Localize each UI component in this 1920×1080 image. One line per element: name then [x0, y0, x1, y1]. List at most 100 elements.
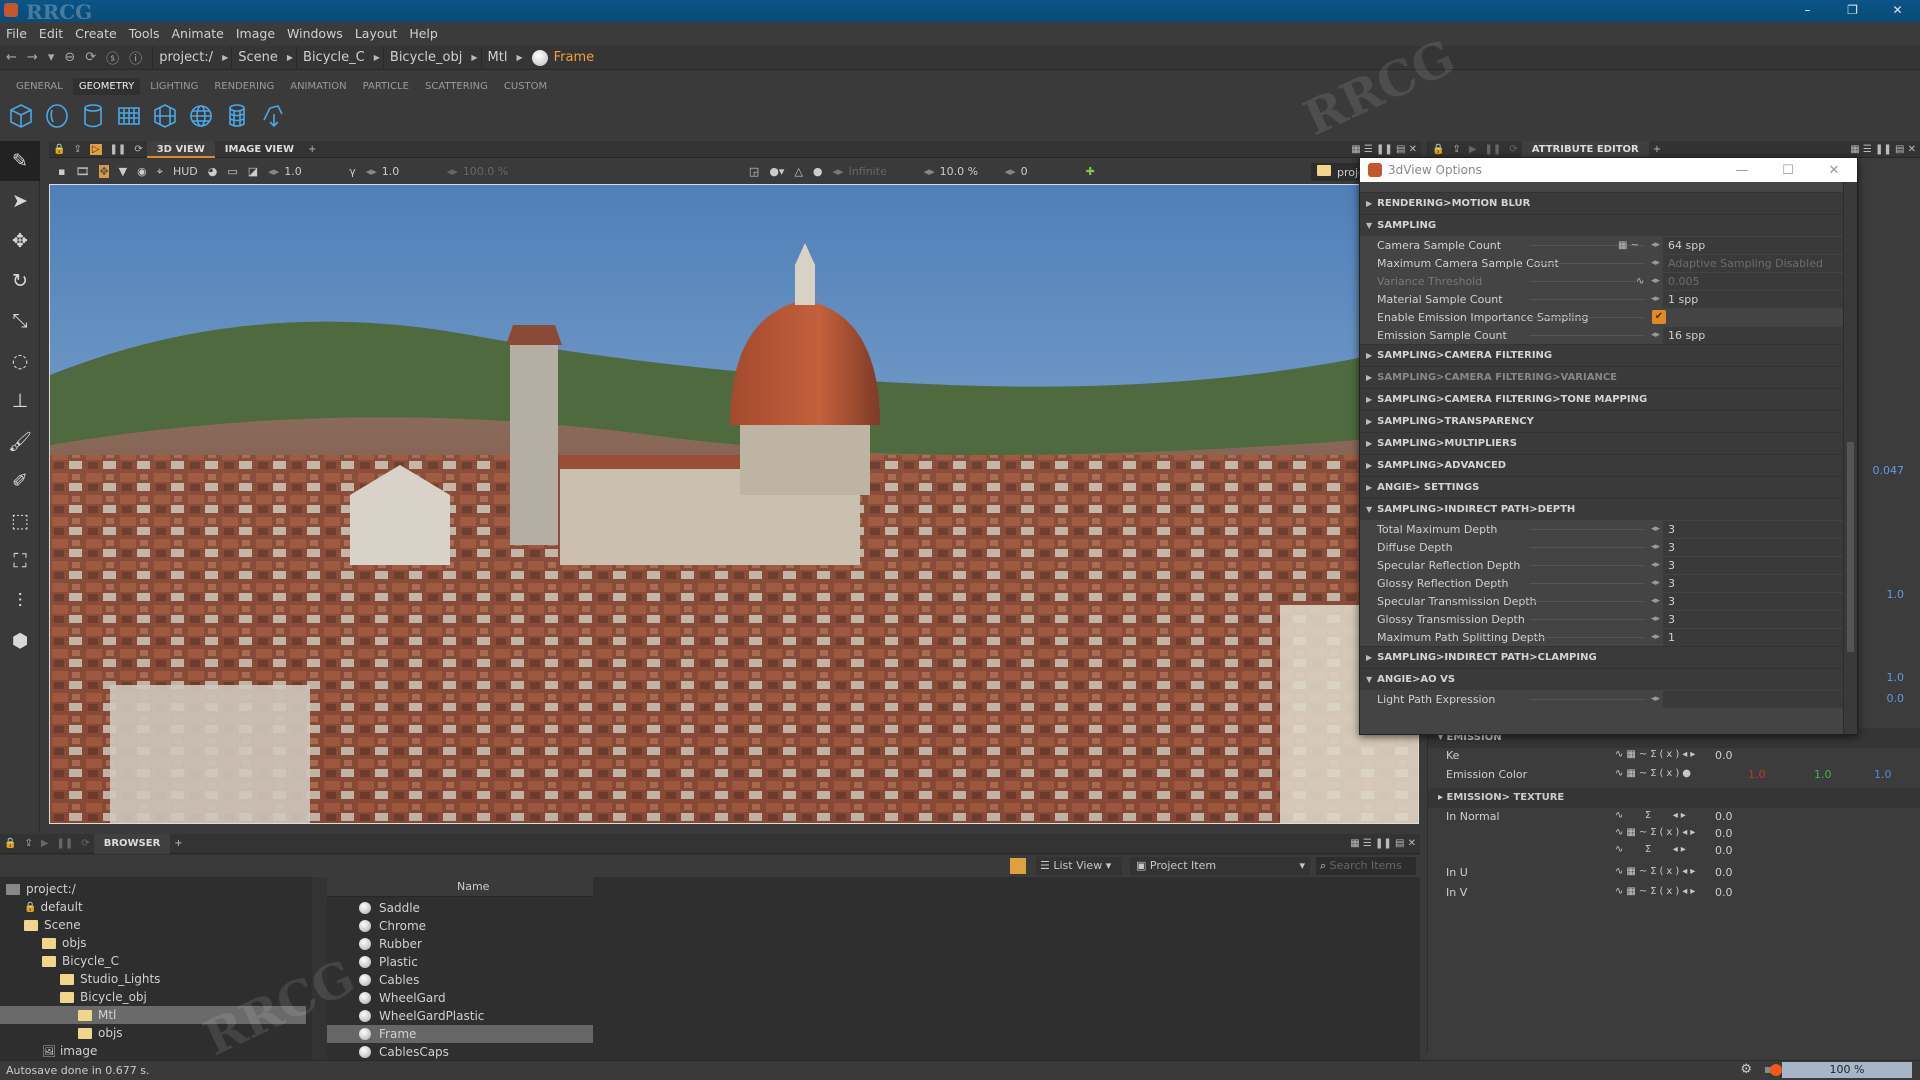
- list-item[interactable]: Cables: [327, 971, 593, 989]
- select-arrow-icon[interactable]: ➤: [0, 181, 40, 221]
- side-value[interactable]: 1.0: [1887, 671, 1905, 684]
- checkbox[interactable]: ✔: [1652, 310, 1666, 324]
- brush-icon[interactable]: ✐: [0, 461, 40, 501]
- geodesic-cube-icon[interactable]: [152, 102, 178, 133]
- sync-icon[interactable]: ⟳: [134, 144, 142, 155]
- crosshair-icon[interactable]: ⌖: [157, 165, 163, 179]
- option-value-field[interactable]: 3: [1663, 556, 1843, 574]
- breadcrumb-item[interactable]: Bicycle_C: [296, 45, 371, 70]
- attr-tool-icons[interactable]: ∿ Σ ◂▸: [1615, 810, 1689, 821]
- export-icon[interactable]: ⇪: [73, 144, 81, 155]
- breadcrumb-item[interactable]: project:/: [152, 45, 219, 70]
- eyedropper-icon[interactable]: ✎: [0, 141, 40, 181]
- scale-icon[interactable]: ⤡: [0, 301, 40, 341]
- dialog-minimize-button[interactable]: —: [1719, 163, 1765, 178]
- menu-windows[interactable]: Windows: [287, 26, 343, 41]
- side-value[interactable]: 1.0: [1887, 588, 1905, 601]
- display-icon[interactable]: ▭: [227, 165, 237, 178]
- save-icon[interactable]: ▪: [58, 165, 65, 178]
- layout-grid-icon[interactable]: ▦ ☰ ❚❚ ▤ ✕: [1850, 144, 1916, 155]
- play-icon[interactable]: ▶: [41, 838, 49, 849]
- list-item[interactable]: CablesCaps: [327, 1043, 593, 1061]
- menu-layout[interactable]: Layout: [355, 26, 398, 41]
- tree-node[interactable]: Bicycle_C: [42, 952, 119, 970]
- spinner-icon[interactable]: ◂▸: [1651, 596, 1660, 606]
- snapshot-icon[interactable]: ◲: [749, 165, 759, 178]
- chevron-right-icon[interactable]: ▶: [1366, 439, 1372, 448]
- measure-icon[interactable]: ⫶: [0, 581, 40, 621]
- material-ball-icon[interactable]: ●: [813, 165, 823, 178]
- list-item[interactable]: WheelGardPlastic: [327, 1007, 593, 1025]
- chevron-right-icon[interactable]: ▶: [1366, 373, 1372, 382]
- menu-help[interactable]: Help: [409, 26, 438, 41]
- pause-icon[interactable]: ❚❚: [1485, 144, 1502, 155]
- side-value[interactable]: 0.0: [1887, 692, 1905, 705]
- section-header[interactable]: ▶ SAMPLING>ADVANCED: [1360, 454, 1844, 476]
- progress-field[interactable]: 10.0 %: [940, 165, 1000, 178]
- option-value-field[interactable]: Adaptive Sampling Disabled: [1663, 254, 1843, 272]
- undo-icon[interactable]: ⊖: [64, 50, 75, 65]
- spinner-icon[interactable]: ◂▸: [1651, 560, 1660, 570]
- attr-tool-icons[interactable]: ∿▦~Σ(x)◂▸: [1615, 827, 1698, 838]
- minimize-button[interactable]: –: [1785, 0, 1830, 22]
- tree-node[interactable]: Studio_Lights: [60, 970, 160, 988]
- option-value-field[interactable]: 3: [1663, 610, 1843, 628]
- in-normal-y[interactable]: 0.0: [1715, 827, 1733, 840]
- chevron-right-icon[interactable]: ▶: [371, 53, 383, 62]
- filter-icon[interactable]: ▼: [119, 165, 127, 178]
- chevron-right-icon[interactable]: ▶: [513, 53, 525, 62]
- color-r-value[interactable]: 1.0: [1748, 768, 1766, 781]
- import-geometry-icon[interactable]: [260, 102, 286, 133]
- tab-attribute-editor[interactable]: ATTRIBUTE EDITOR: [1521, 140, 1649, 158]
- play-icon[interactable]: ▷: [89, 143, 102, 155]
- tab-browser[interactable]: BROWSER: [93, 833, 171, 854]
- menu-animate[interactable]: Animate: [171, 26, 223, 41]
- side-value[interactable]: 0.047: [1873, 464, 1905, 477]
- chevron-down-icon[interactable]: ▼: [1366, 505, 1372, 514]
- tree-node[interactable]: 🔒 default: [24, 898, 83, 916]
- column-header-name[interactable]: Name: [327, 877, 593, 897]
- tree-node[interactable]: Bicycle_obj: [60, 988, 147, 1006]
- spinner-icon[interactable]: ◂▸: [1651, 294, 1660, 304]
- spinner-icon[interactable]: ◂▸: [833, 165, 844, 178]
- option-value-field[interactable]: 0.005: [1663, 272, 1843, 290]
- add-tab-button[interactable]: +: [308, 144, 316, 155]
- search-input[interactable]: ⌕ Search Items: [1316, 857, 1416, 875]
- list-item[interactable]: Rubber: [327, 935, 593, 953]
- max-time-field[interactable]: Infinite: [849, 165, 919, 178]
- chevron-right-icon[interactable]: ▶: [1366, 351, 1372, 360]
- color-g-value[interactable]: 1.0: [1814, 768, 1832, 781]
- section-header[interactable]: ▶ SAMPLING>TRANSPARENCY: [1360, 410, 1844, 432]
- spinner-icon[interactable]: ◂▸: [268, 165, 279, 178]
- back-icon[interactable]: ←: [6, 50, 17, 65]
- section-header[interactable]: ▶ SAMPLING>CAMERA FILTERING: [1360, 344, 1844, 366]
- gamma-field[interactable]: 1.0: [382, 165, 442, 178]
- dialog-scrollbar[interactable]: [1843, 182, 1857, 734]
- attr-tool-icons[interactable]: ∿▦~Σ(x)◂▸: [1615, 749, 1698, 760]
- settings-icon[interactable]: ⚙: [1740, 1062, 1752, 1077]
- section-header[interactable]: ▼ SAMPLING: [1360, 214, 1844, 236]
- shapes-icon[interactable]: ⬢: [0, 621, 40, 661]
- option-value-field[interactable]: 1: [1663, 628, 1843, 646]
- play-icon[interactable]: ▶: [1469, 144, 1477, 155]
- ke-value[interactable]: 0.0: [1715, 749, 1733, 762]
- spinner-icon[interactable]: ◂▸: [1651, 614, 1660, 624]
- add-tab-button[interactable]: +: [1653, 144, 1661, 155]
- texture-link-icon[interactable]: ▦ ~: [1618, 240, 1639, 251]
- option-value-field[interactable]: 3: [1663, 538, 1843, 556]
- option-value-field[interactable]: 16 spp: [1663, 326, 1843, 344]
- tab-3d-view[interactable]: 3D VIEW: [146, 140, 215, 158]
- spinner-icon[interactable]: ◂▸: [1651, 240, 1660, 250]
- in-normal-x[interactable]: 0.0: [1715, 810, 1733, 823]
- sync-icon[interactable]: ⟳: [81, 838, 89, 849]
- option-value-field[interactable]: 1 spp: [1663, 290, 1843, 308]
- scrollbar-thumb[interactable]: [1847, 442, 1854, 652]
- spinner-icon[interactable]: ◂▸: [1005, 165, 1016, 178]
- chevron-down-icon[interactable]: ▼: [1366, 675, 1372, 684]
- spinner-icon[interactable]: ◂▸: [1651, 542, 1660, 552]
- tree-node[interactable]: objs: [78, 1024, 123, 1042]
- chevron-right-icon[interactable]: ▶: [1366, 483, 1372, 492]
- paint-brush-icon[interactable]: 🖌: [0, 421, 40, 461]
- option-value-field[interactable]: [1663, 690, 1843, 708]
- menu-tools[interactable]: Tools: [129, 26, 160, 41]
